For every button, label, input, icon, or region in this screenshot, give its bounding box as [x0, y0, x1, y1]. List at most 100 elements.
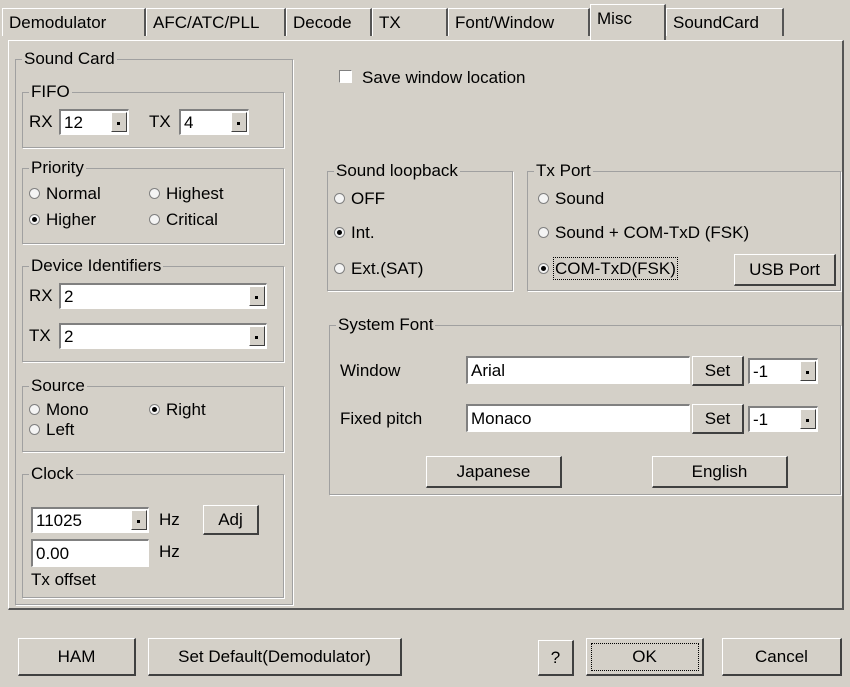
tx-port-group: Tx Port Sound Sound + COM-TxD (FSK) COM-… [527, 160, 841, 291]
ok-button[interactable]: OK [586, 638, 704, 676]
fifo-tx-value: 4 [184, 113, 194, 132]
set-button-label: Set [704, 409, 731, 428]
source-group: Source Mono Right Left [22, 375, 284, 452]
system-font-title: System Font [336, 314, 436, 336]
device-identifiers-group: Device Identifiers RX 2 TX 2 [22, 255, 284, 362]
priority-higher-radio[interactable]: Higher [29, 209, 96, 231]
window-font-set-button[interactable]: Set [692, 356, 744, 386]
device-rx-select[interactable]: 2 [59, 283, 267, 309]
tab-label: Demodulator [9, 13, 107, 32]
tab-demodulator[interactable]: Demodulator [2, 8, 146, 36]
fifo-tx-label: TX [149, 112, 171, 131]
radio-icon [149, 214, 160, 226]
set-default-button-label: Set Default(Demodulator) [178, 647, 371, 666]
tx-offset-hz-label: Hz [159, 542, 180, 561]
tx-port-com-radio[interactable]: COM-TxD(FSK) [538, 257, 678, 280]
tx-offset-input[interactable]: 0.00 [31, 539, 149, 567]
usb-port-button[interactable]: USB Port [734, 254, 836, 286]
fixed-font-value: Monaco [471, 409, 532, 428]
radio-icon [538, 227, 549, 239]
tab-soundcard[interactable]: SoundCard [666, 8, 784, 36]
tab-label: Font/Window [455, 13, 555, 32]
radio-icon [29, 404, 40, 416]
tx-port-sound-radio[interactable]: Sound [538, 188, 604, 210]
radio-icon [334, 193, 345, 205]
chevron-down-icon[interactable] [800, 361, 816, 381]
radio-selected-icon [29, 214, 40, 226]
tab-font-window[interactable]: Font/Window [448, 8, 590, 36]
fifo-rx-label: RX [29, 112, 53, 131]
chevron-down-icon[interactable] [111, 112, 127, 132]
save-window-location-checkbox[interactable]: Save window location [339, 67, 525, 89]
tab-decode[interactable]: Decode [286, 8, 372, 36]
tab-bar: Demodulator AFC/ATC/PLL Decode TX Font/W… [0, 0, 850, 42]
source-mono-radio[interactable]: Mono [29, 399, 89, 421]
tab-label: SoundCard [673, 13, 760, 32]
radio-label: Normal [46, 184, 101, 203]
loopback-ext-radio[interactable]: Ext.(SAT) [334, 258, 423, 280]
source-right-radio[interactable]: Right [149, 399, 206, 421]
fifo-rx-select[interactable]: 12 [59, 109, 129, 135]
tab-label: Decode [293, 13, 352, 32]
usb-port-button-label: USB Port [749, 260, 820, 279]
cancel-button[interactable]: Cancel [722, 638, 842, 676]
radio-label: Right [166, 400, 206, 419]
sound-card-title: Sound Card [22, 48, 117, 70]
japanese-button[interactable]: Japanese [426, 456, 562, 488]
priority-normal-radio[interactable]: Normal [29, 183, 101, 205]
set-button-label: Set [704, 361, 731, 380]
tab-label: Misc [597, 9, 632, 28]
radio-icon [538, 193, 549, 205]
fixed-font-size-select[interactable]: -1 [748, 406, 818, 432]
ham-button-label: HAM [57, 647, 96, 666]
radio-selected-icon [538, 263, 549, 275]
device-tx-select[interactable]: 2 [59, 323, 267, 349]
loopback-int-radio[interactable]: Int. [334, 222, 375, 244]
fifo-title: FIFO [29, 81, 72, 103]
chevron-down-icon[interactable] [231, 112, 247, 132]
chevron-down-icon[interactable] [249, 286, 265, 306]
fifo-group: FIFO RX 12 TX 4 [22, 81, 284, 148]
device-identifiers-title: Device Identifiers [29, 255, 164, 277]
loopback-off-radio[interactable]: OFF [334, 188, 385, 210]
clock-rate-value: 11025 [36, 511, 83, 530]
english-button[interactable]: English [652, 456, 788, 488]
fifo-rx-value: 12 [64, 113, 83, 132]
system-font-group: System Font Window Arial Set -1 Fixed pi… [329, 314, 841, 495]
priority-group: Priority Normal Highest Higher Critical [22, 157, 284, 244]
clock-group: Clock 11025 Hz Adj 0.00 Hz Tx offset [22, 463, 284, 598]
priority-critical-radio[interactable]: Critical [149, 209, 218, 231]
fixed-font-set-button[interactable]: Set [692, 404, 744, 434]
tx-port-title: Tx Port [534, 160, 593, 182]
window-font-input[interactable]: Arial [466, 356, 690, 384]
ham-button[interactable]: HAM [18, 638, 136, 676]
chevron-down-icon[interactable] [800, 409, 816, 429]
radio-label: Mono [46, 400, 89, 419]
source-left-radio[interactable]: Left [29, 419, 74, 441]
set-default-button[interactable]: Set Default(Demodulator) [148, 638, 402, 676]
fixed-font-label: Fixed pitch [340, 409, 423, 428]
window-font-size-select[interactable]: -1 [748, 358, 818, 384]
radio-label: OFF [351, 189, 385, 208]
radio-label: Higher [46, 210, 97, 229]
priority-title: Priority [29, 157, 86, 179]
tx-port-sound-com-radio[interactable]: Sound + COM-TxD (FSK) [538, 222, 749, 244]
sound-card-group: Sound Card FIFO RX 12 TX 4 Priority Norm… [15, 48, 293, 605]
misc-panel: Sound Card FIFO RX 12 TX 4 Priority Norm… [8, 40, 844, 610]
fixed-font-size-value: -1 [753, 410, 769, 429]
device-rx-label: RX [29, 286, 53, 305]
help-button[interactable]: ? [538, 640, 574, 676]
clock-rate-select[interactable]: 11025 [31, 507, 149, 533]
radio-label: Int. [351, 223, 375, 242]
fifo-tx-select[interactable]: 4 [179, 109, 249, 135]
tab-afc-atc-pll[interactable]: AFC/ATC/PLL [146, 8, 286, 36]
radio-label: COM-TxD(FSK) [553, 257, 678, 280]
fixed-font-input[interactable]: Monaco [466, 404, 690, 432]
checkbox-label: Save window location [362, 68, 526, 87]
tab-tx[interactable]: TX [372, 8, 448, 36]
chevron-down-icon[interactable] [249, 326, 265, 346]
adj-button[interactable]: Adj [203, 505, 259, 535]
priority-highest-radio[interactable]: Highest [149, 183, 224, 205]
tab-misc[interactable]: Misc [590, 4, 666, 40]
chevron-down-icon[interactable] [131, 510, 147, 530]
